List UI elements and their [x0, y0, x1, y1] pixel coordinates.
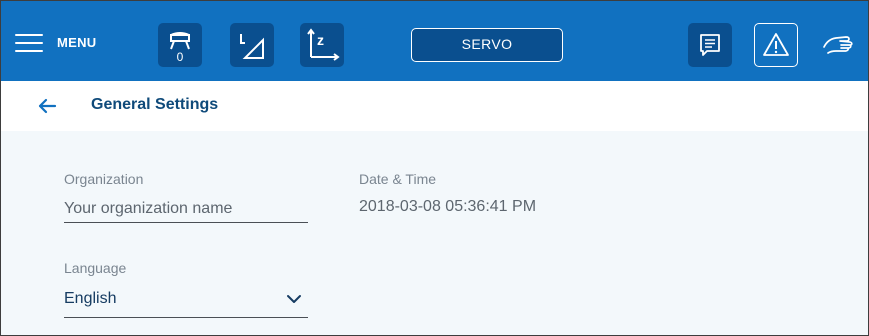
warning-icon — [763, 33, 789, 56]
svg-text:z: z — [317, 32, 324, 48]
hand-icon — [823, 36, 853, 54]
messages-button[interactable] — [688, 23, 732, 67]
app-window: MENU 0 z SERVO General Settings Organiza… — [0, 0, 869, 336]
message-icon — [700, 34, 720, 56]
chevron-down-icon — [287, 295, 301, 303]
back-arrow-icon[interactable] — [35, 94, 59, 118]
user-frame-icon — [240, 34, 264, 59]
tool-frame-button[interactable]: 0 — [158, 23, 202, 67]
menu-button[interactable]: MENU — [15, 25, 96, 59]
servo-button[interactable]: SERVO — [411, 28, 563, 62]
datetime-value: 2018-03-08 05:36:41 PM — [359, 198, 537, 215]
hamburger-icon — [15, 32, 43, 52]
teach-mode-button[interactable] — [816, 23, 860, 67]
menu-label: MENU — [57, 34, 97, 50]
user-frame-button[interactable] — [230, 23, 274, 67]
alarms-button[interactable] — [754, 23, 798, 67]
language-label: Language — [64, 260, 127, 276]
coordinate-jog-icon: z — [307, 28, 340, 61]
language-select[interactable]: English — [64, 284, 308, 318]
tool-count: 0 — [176, 50, 184, 64]
page-header: General Settings — [1, 81, 868, 131]
coordinate-jog-button[interactable]: z — [300, 23, 344, 67]
datetime-label: Date & Time — [359, 171, 437, 187]
top-toolbar: MENU 0 z SERVO — [1, 1, 868, 81]
language-value: English — [64, 290, 117, 307]
page-title: General Settings — [91, 96, 219, 113]
organization-label: Organization — [64, 171, 144, 187]
organization-input[interactable] — [64, 195, 308, 223]
settings-form: Organization Date & Time 2018-03-08 05:3… — [1, 131, 868, 335]
